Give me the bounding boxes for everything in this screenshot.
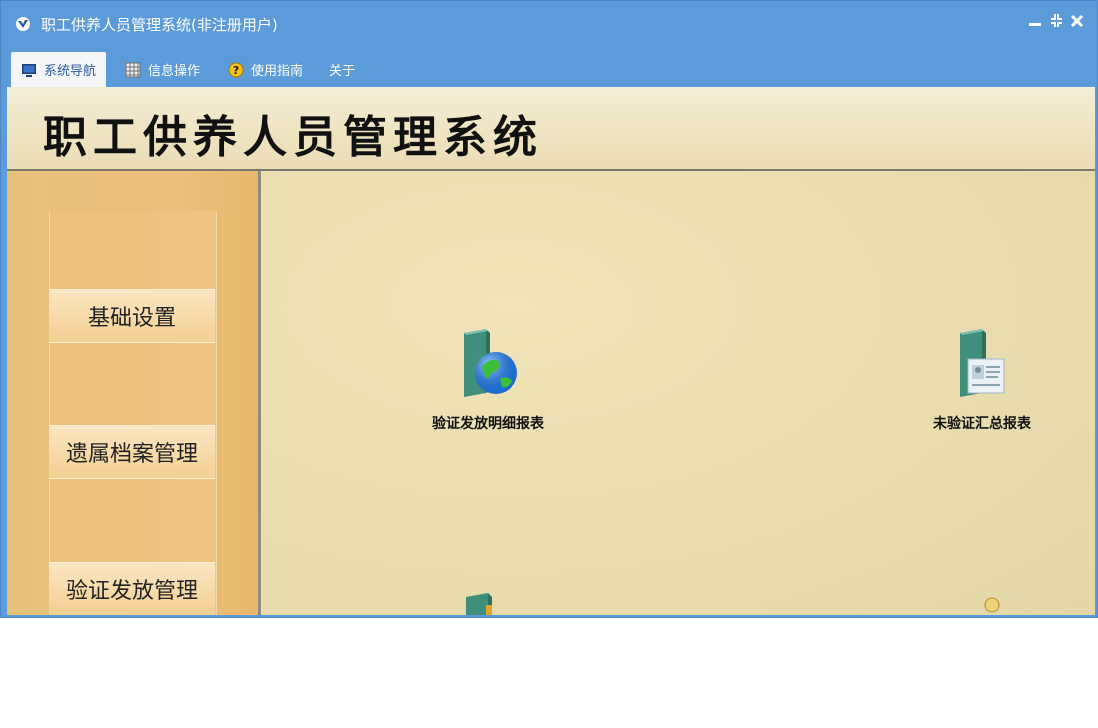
tab-info-ops[interactable]: 信息操作 — [115, 52, 210, 87]
contact-card-folder-icon — [960, 329, 1005, 397]
ribbon-tabs: 系统导航 信息操作 ? 使用指南 关于 — [1, 47, 1097, 87]
tab-about[interactable]: 关于 — [319, 52, 365, 87]
tile-label: 验证发放明细报表 — [432, 416, 544, 432]
close-icon — [1070, 14, 1084, 28]
tab-user-guide[interactable]: ? 使用指南 — [218, 52, 313, 87]
app-window: 职工供养人员管理系统(非注册用户) 系统导航 信息操作 ? 使用指南 关于 职工… — [0, 0, 1098, 618]
restore-icon — [1051, 14, 1062, 27]
svg-text:?: ? — [233, 64, 239, 77]
title-bar[interactable]: 职工供养人员管理系统(非注册用户) — [1, 1, 1097, 47]
tab-label: 关于 — [329, 64, 356, 79]
sidebar-item-label: 基础设置 — [87, 306, 176, 331]
tile-verify-detail-report[interactable]: 验证发放明细报表 — [408, 327, 568, 433]
sidebar-item-basic-settings[interactable]: 基础设置 — [49, 289, 215, 343]
sidebar-item-label: 验证发放管理 — [65, 579, 198, 604]
tile-user[interactable] — [902, 595, 1062, 615]
monitor-icon — [22, 63, 36, 77]
sidebar-item-label: 遗属档案管理 — [65, 442, 198, 467]
restore-button[interactable] — [1046, 13, 1066, 33]
globe-folder-icon — [464, 329, 517, 397]
tile-unverified-summary-report[interactable]: 未验证汇总报表 — [902, 327, 1062, 433]
content-area: 职工供养人员管理系统 基础设置 遗属档案管理 验证发放管理 验证发放明细报表 未… — [7, 87, 1095, 615]
help-icon: ? — [228, 62, 244, 77]
tab-label: 使用指南 — [251, 64, 304, 79]
close-button[interactable] — [1067, 13, 1087, 33]
page-title: 职工供养人员管理系统 — [43, 112, 543, 163]
sidebar-column — [49, 211, 217, 615]
tile-folder[interactable] — [408, 591, 568, 615]
tab-label: 信息操作 — [148, 64, 201, 79]
minimize-button[interactable] — [1025, 13, 1045, 33]
main-panel: 验证发放明细报表 未验证汇总报表 — [262, 171, 1095, 615]
sidebar-item-survivor-records[interactable]: 遗属档案管理 — [49, 425, 215, 479]
sidebar: 基础设置 遗属档案管理 验证发放管理 — [7, 171, 261, 615]
banner: 职工供养人员管理系统 — [7, 87, 1095, 171]
sidebar-item-verify-distribution[interactable]: 验证发放管理 — [49, 562, 215, 615]
user-icon — [984, 597, 1000, 613]
minimize-icon — [1029, 23, 1041, 26]
app-logo-icon — [16, 17, 30, 31]
tab-label: 系统导航 — [44, 64, 97, 79]
tile-label: 未验证汇总报表 — [933, 416, 1031, 432]
folder-icon — [466, 593, 492, 615]
grid-icon — [125, 62, 141, 77]
window-title: 职工供养人员管理系统(非注册用户) — [41, 16, 278, 34]
tab-system-nav[interactable]: 系统导航 — [11, 52, 107, 87]
